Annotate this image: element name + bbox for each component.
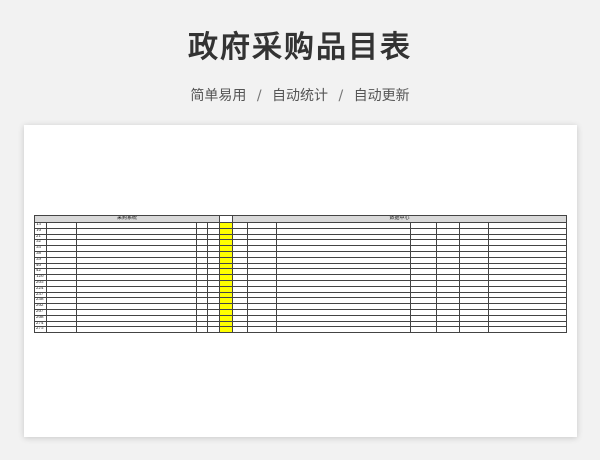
table-cell[interactable]: [247, 326, 277, 334]
subtitle-item-auto-stats: 自动统计: [272, 88, 328, 104]
table-cell[interactable]: [459, 326, 489, 334]
table-cell[interactable]: [487, 326, 568, 334]
spreadsheet-preview: 采购系统 数据中心 13 16 21 32 35 38 39 40 42 126 205 224 257…: [24, 125, 577, 437]
header-procurement-system: 采购系统: [34, 215, 220, 223]
table-cell[interactable]: [410, 326, 437, 334]
page-title: 政府采购品目表: [188, 30, 412, 65]
table-cell[interactable]: [436, 326, 460, 334]
table-cell[interactable]: [76, 326, 197, 334]
subtitle-item-auto-update: 自动更新: [353, 88, 410, 104]
header-data-center: 数据中心: [231, 215, 568, 223]
table-header-row: 采购系统 数据中心: [34, 215, 568, 223]
table-cell[interactable]: [232, 326, 248, 334]
table-cell[interactable]: [276, 326, 411, 334]
page-subtitle: 简单易用 / 自动统计 / 自动更新: [0, 85, 600, 105]
table-cell[interactable]: [207, 326, 220, 334]
table-cell[interactable]: [46, 326, 77, 334]
procurement-table: 采购系统 数据中心 13 16 21 32 35 38 39 40 42 126 205 224 257…: [34, 215, 568, 334]
subtitle-item-easy: 简单易用: [190, 88, 247, 104]
highlight-cell[interactable]: [219, 326, 233, 334]
row-number-cell[interactable]: 275: [34, 326, 47, 334]
subtitle-separator: /: [256, 88, 262, 104]
subtitle-separator: /: [338, 88, 344, 104]
table-row: 275: [34, 326, 568, 334]
header-blank: [219, 215, 233, 223]
table-cell[interactable]: [196, 326, 208, 334]
